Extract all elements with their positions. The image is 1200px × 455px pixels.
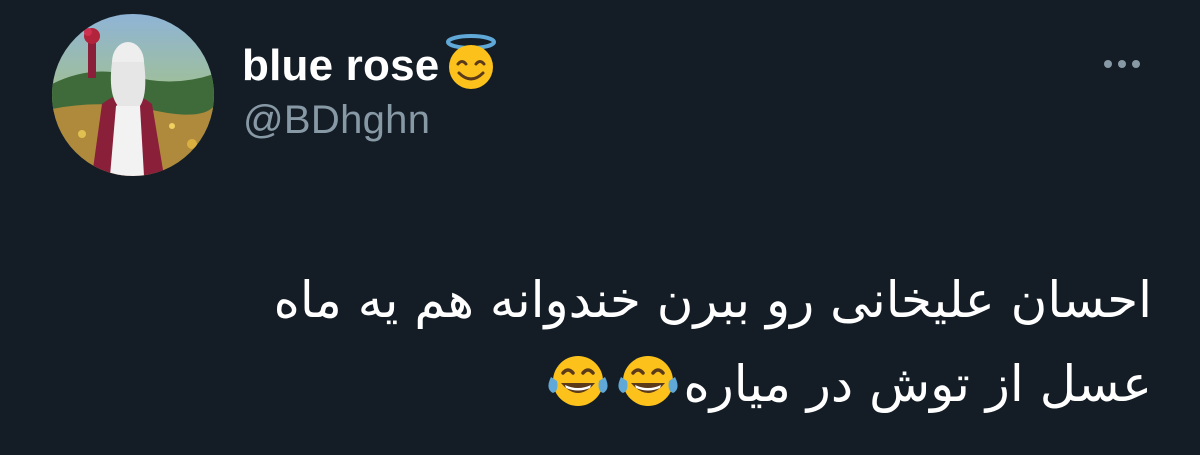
more-dot: [1104, 60, 1112, 68]
avatar-photo: [52, 14, 214, 176]
smiling-face-with-halo-icon: [443, 33, 499, 91]
tweet-text-line-1: احسان علیخانی رو ببرن خندوانه هم یه ماه: [273, 271, 1152, 329]
user-handle[interactable]: @BDhghn: [243, 100, 430, 140]
face-with-tears-of-joy-icon: [613, 351, 683, 411]
more-dot: [1118, 60, 1126, 68]
avatar[interactable]: [52, 14, 214, 176]
more-dot: [1132, 60, 1140, 68]
tweet-text: احسان علیخانی رو ببرن خندوانه هم یه ماه …: [92, 258, 1152, 426]
display-name[interactable]: blue rose: [242, 44, 439, 88]
tweet-text-line-2-text: عسل از توش در میاره: [683, 355, 1152, 413]
tweet-card: blue rose @BDhghn احسان علیخانی رو ببرن …: [0, 0, 1200, 455]
face-with-tears-of-joy-icon: [543, 351, 613, 411]
more-options-button[interactable]: [1094, 52, 1150, 76]
display-name-row: blue rose: [242, 33, 499, 96]
tweet-text-line-2: عسل از توش در میاره: [92, 342, 1152, 426]
